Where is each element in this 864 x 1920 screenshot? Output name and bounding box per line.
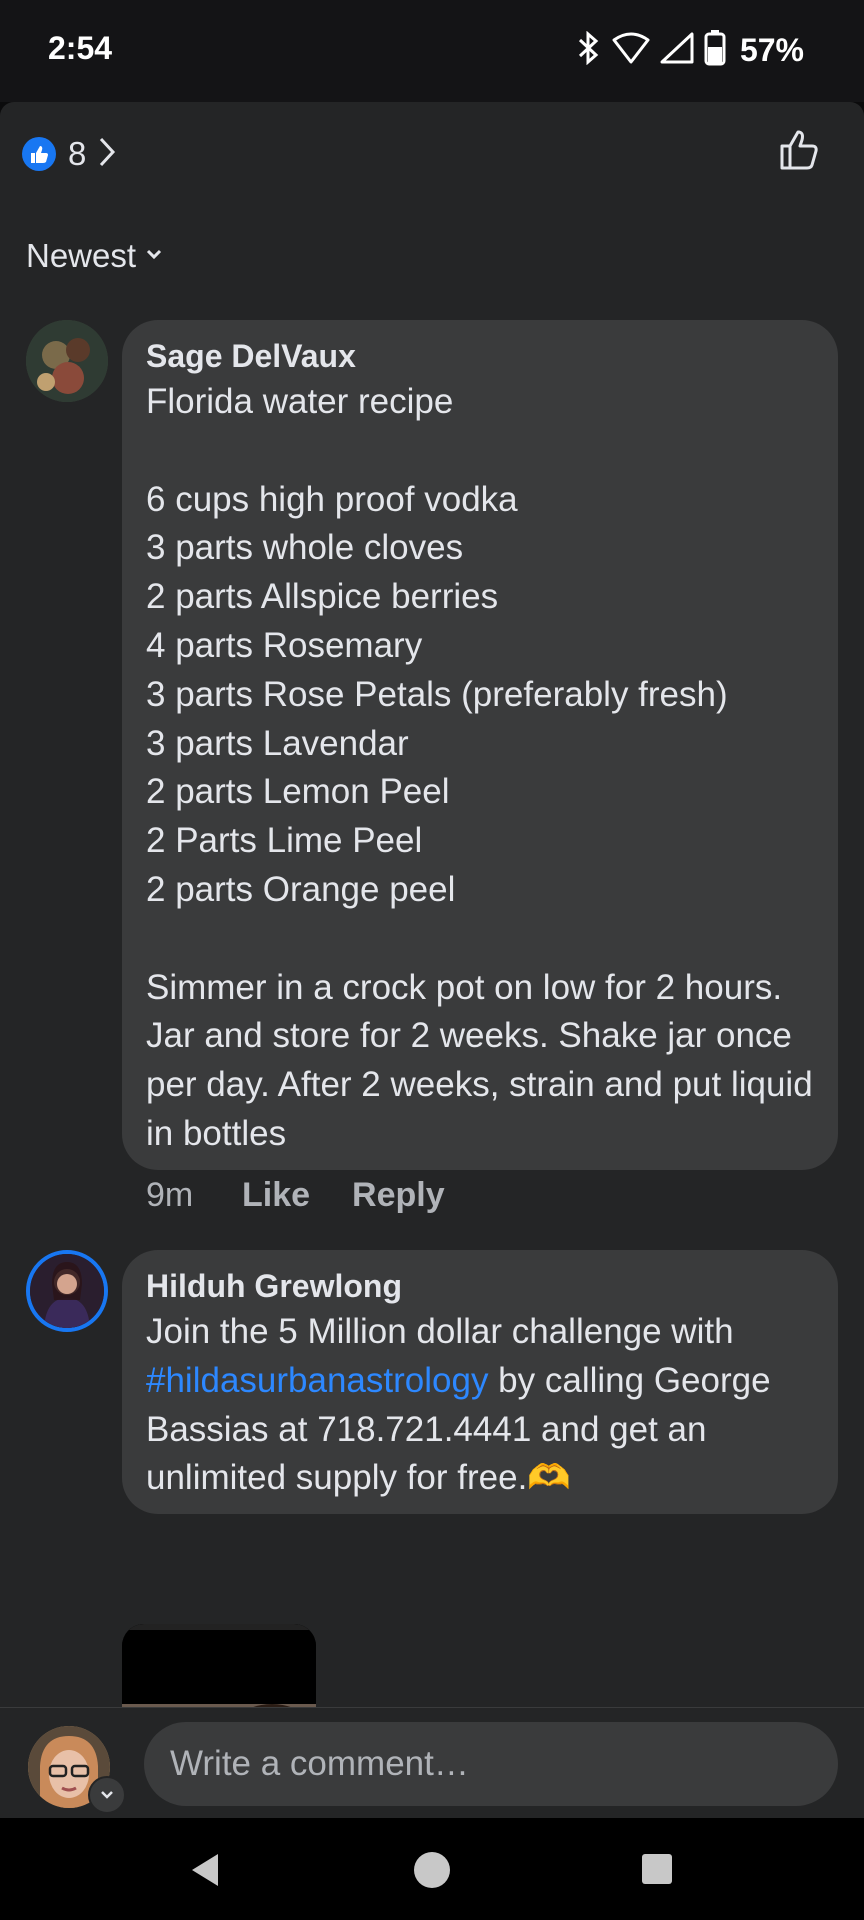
sort-label: Newest [26,237,137,274]
back-icon[interactable] [188,1852,222,1893]
comment-actions: 9m Like Reply [146,1176,487,1215]
reaction-count: 8 [68,135,87,172]
chevron-down-icon [146,247,162,265]
comment-time: 9m [146,1176,194,1214]
battery-percent: 57% [739,31,804,68]
signal-icon [660,32,694,69]
reaction-summary[interactable]: 8 [22,134,116,174]
chevron-down-icon[interactable] [88,1776,126,1814]
reply-button[interactable]: Reply [352,1176,445,1215]
comment-input[interactable] [144,1722,838,1806]
comments-sheet: 8 Newest Sage DelVaux Florida water reci… [0,102,864,1819]
comment-author[interactable]: Hilduh Grewlong [146,1264,814,1308]
system-nav-bar [0,1818,864,1920]
like-button[interactable]: Like [242,1176,310,1215]
hashtag-link[interactable]: #hildasurbanastrology [146,1361,488,1400]
status-icons: 57% [576,29,804,71]
bluetooth-icon [576,30,602,70]
chevron-right-icon [98,136,116,173]
home-icon[interactable] [412,1850,452,1895]
comment-text: Florida water recipe 6 cups high proof v… [146,382,813,1153]
thumbs-up-outline-icon[interactable] [778,128,822,177]
like-badge-icon [22,137,56,171]
battery-icon [704,29,726,71]
comment-author[interactable]: Sage DelVaux [146,334,814,378]
comment-text-part: Join the 5 Million dollar challenge with [146,1312,734,1351]
avatar[interactable] [26,1250,108,1332]
recents-icon[interactable] [640,1852,674,1891]
comment-text: Join the 5 Million dollar challenge with… [146,1308,814,1503]
comment-bubble: Sage DelVaux Florida water recipe 6 cups… [122,320,838,1170]
sort-selector[interactable]: Newest [26,234,162,278]
avatar[interactable] [26,320,108,402]
wifi-icon [612,32,650,69]
comment-bubble: Hilduh Grewlong Join the 5 Million dolla… [122,1250,838,1514]
status-time: 2:54 [48,30,113,66]
status-bar: 2:54 57% [0,0,864,102]
comment-composer [0,1707,864,1819]
